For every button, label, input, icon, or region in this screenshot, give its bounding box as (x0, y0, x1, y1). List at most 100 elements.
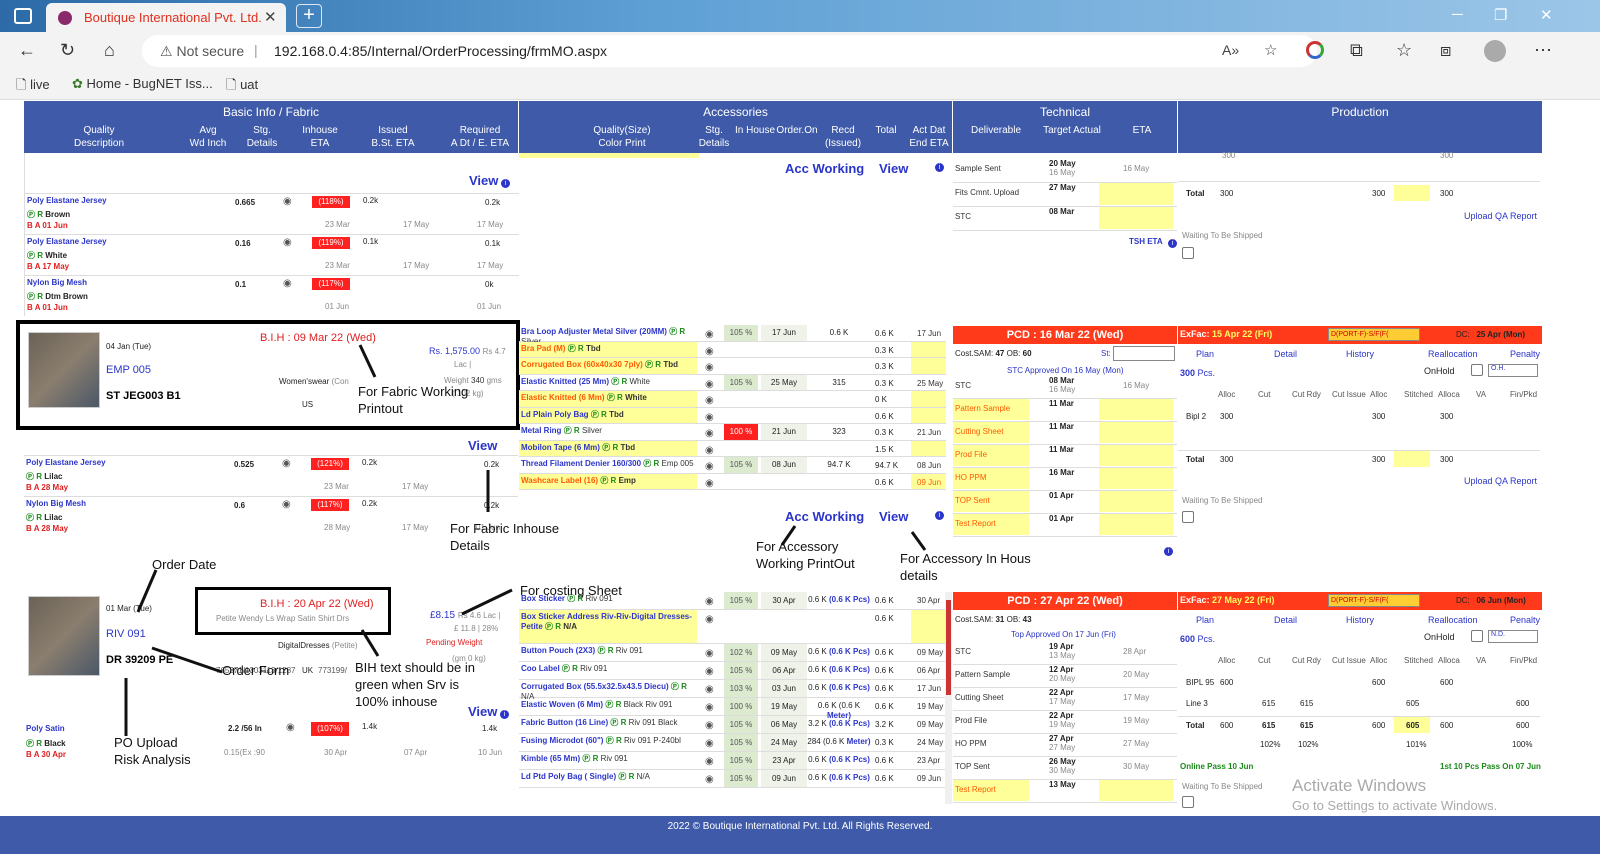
window-close-icon[interactable]: ✕ (1540, 6, 1553, 24)
bookmark-bugnet[interactable]: ✿ Home - BugNET Iss... (72, 76, 213, 92)
eye-icon[interactable]: ◉ (705, 478, 714, 489)
fabric-view-link[interactable]: View (468, 438, 497, 453)
onhold-select[interactable]: N.D. (1488, 630, 1538, 643)
order-code-link[interactable]: RIV 091 (106, 628, 146, 640)
favorite-add-icon[interactable]: ☆ (1264, 41, 1277, 59)
extension-icon[interactable] (1306, 41, 1324, 59)
acc-name[interactable]: Corrugated Box (60x40x30 7ply) Ⓟ R Tbd (521, 360, 697, 370)
st-input[interactable] (1113, 346, 1175, 361)
eye-icon[interactable]: ◉ (705, 428, 714, 439)
acc-name[interactable]: Mobilon Tape (6 Mm) Ⓟ R Tbd (521, 443, 697, 453)
browser-tab[interactable]: Boutique International Pvt. Ltd. ✕ (46, 3, 286, 32)
waiting-checkbox[interactable] (1182, 796, 1194, 808)
info-icon[interactable]: i (935, 161, 944, 172)
acc-name[interactable]: Washcare Label (16) Ⓟ R Emp (521, 476, 697, 486)
prod-link-plan[interactable]: Plan (1196, 615, 1214, 625)
eye-icon[interactable]: ◉ (283, 278, 292, 289)
eta-input[interactable] (1099, 491, 1173, 512)
eye-icon[interactable]: ◉ (705, 412, 714, 423)
prod-link-penalty[interactable]: Penalty (1510, 615, 1540, 625)
waiting-checkbox[interactable] (1182, 247, 1194, 259)
eta-input[interactable] (1099, 399, 1173, 420)
home-icon[interactable]: ⌂ (104, 40, 115, 61)
eye-icon[interactable]: ◉ (705, 720, 714, 731)
eye-icon[interactable]: ◉ (705, 684, 714, 695)
onhold-checkbox[interactable] (1471, 630, 1483, 642)
eye-icon[interactable]: ◉ (282, 458, 291, 469)
garment-image[interactable] (28, 596, 100, 676)
acc-name[interactable]: Fusing Microdot (60") Ⓟ R Riv 091 P-240b… (521, 736, 697, 746)
info-icon[interactable]: i (499, 710, 509, 719)
mode-dropdown[interactable]: D(PORT-F)-S/F(F( (1328, 594, 1420, 607)
waiting-checkbox[interactable] (1182, 511, 1194, 523)
mode-dropdown[interactable]: D(PORT-F)-S/F(F( (1328, 328, 1420, 341)
acc-working-link[interactable]: Acc Working (785, 509, 864, 524)
eye-icon[interactable]: ◉ (283, 237, 292, 248)
new-tab-button[interactable]: + (296, 4, 322, 28)
acc-working-link[interactable]: Acc Working (785, 161, 864, 176)
prod-link-detail[interactable]: Detail (1274, 615, 1297, 625)
acc-name[interactable]: Corrugated Box (55.5x32.5x43.5 Diecu) Ⓟ … (521, 682, 697, 702)
prod-link-reallocation[interactable]: Reallocation (1428, 349, 1478, 359)
favorites-icon[interactable]: ☆ (1396, 40, 1412, 61)
refresh-icon[interactable]: ↻ (60, 40, 75, 61)
eta-input[interactable] (1099, 780, 1173, 801)
tab-close-icon[interactable]: ✕ (264, 8, 277, 26)
acc-name[interactable]: Button Pouch (2X3) Ⓟ R Riv 091 (521, 646, 697, 656)
eye-icon[interactable]: ◉ (705, 461, 714, 472)
eye-icon[interactable]: ◉ (705, 329, 714, 340)
upload-qa-link[interactable]: Upload QA Report (1464, 211, 1537, 221)
info-icon[interactable]: i (935, 509, 944, 520)
prod-link-history[interactable]: History (1346, 615, 1374, 625)
fabric-name[interactable]: Nylon Big Mesh (27, 278, 87, 287)
prod-link-detail[interactable]: Detail (1274, 349, 1297, 359)
eye-icon[interactable]: ◉ (705, 395, 714, 406)
address-bar[interactable]: ⚠ Not secure | 192.168.0.4:85/Internal/O… (142, 35, 1317, 67)
acc-name[interactable]: Kimble (65 Mm) Ⓟ R Riv 091 (521, 754, 697, 764)
fabric-name[interactable]: Poly Elastane Jersey (27, 196, 107, 205)
eta-input[interactable] (1099, 207, 1173, 229)
acc-name[interactable]: Fabric Button (16 Line) Ⓟ R Riv 091 Blac… (521, 718, 697, 728)
not-secure-label[interactable]: ⚠ Not secure (160, 43, 244, 60)
url-text[interactable]: 192.168.0.4:85/Internal/OrderProcessing/… (274, 43, 607, 59)
eta-input[interactable] (1099, 183, 1173, 205)
bookmark-live[interactable]: 🗋 live (16, 76, 50, 98)
back-icon[interactable]: ← (18, 40, 36, 61)
acc-scrollbar[interactable] (945, 592, 952, 804)
fabric-name[interactable]: Nylon Big Mesh (26, 499, 86, 508)
eye-icon[interactable]: ◉ (705, 362, 714, 373)
upload-qa-link[interactable]: Upload QA Report (1464, 476, 1537, 486)
eta-input[interactable] (1099, 422, 1173, 443)
fabric-view-link[interactable]: View i (469, 173, 510, 188)
eye-icon[interactable]: ◉ (705, 346, 714, 357)
acc-name[interactable]: Thread Filament Denier 160/300 Ⓟ R Emp 0… (521, 459, 697, 469)
puzzle-icon[interactable]: ⧉ (1350, 40, 1363, 61)
acc-name[interactable]: Metal Ring Ⓟ R Silver (521, 426, 697, 436)
read-aloud-icon[interactable]: A» (1222, 42, 1239, 58)
eye-icon[interactable]: ◉ (705, 756, 714, 767)
prod-link-plan[interactable]: Plan (1196, 349, 1214, 359)
eye-icon[interactable]: ◉ (286, 722, 295, 733)
more-menu-icon[interactable]: ⋯ (1534, 40, 1552, 61)
acc-name[interactable]: Coo Label Ⓟ R Riv 091 (521, 664, 697, 674)
fabric-name[interactable]: Poly Satin (26, 724, 65, 733)
eye-icon[interactable]: ◉ (705, 614, 714, 625)
eye-icon[interactable]: ◉ (705, 379, 714, 390)
eye-icon[interactable]: ◉ (283, 196, 292, 207)
scroll-thumb[interactable] (946, 600, 951, 695)
eye-icon[interactable]: ◉ (705, 596, 714, 607)
onhold-select[interactable]: O.H. (1488, 364, 1538, 377)
acc-view-link[interactable]: View (879, 161, 908, 176)
acc-name[interactable]: Ld Plain Poly Bag Ⓟ R Tbd (521, 410, 697, 420)
eye-icon[interactable]: ◉ (705, 774, 714, 785)
bookmark-uat[interactable]: 🗋 uat (226, 76, 258, 98)
fabric-name[interactable]: Poly Elastane Jersey (27, 237, 107, 246)
acc-name[interactable]: Elastic Woven (6 Mm) Ⓟ R Black Riv 091 (521, 700, 697, 710)
eta-input[interactable] (1099, 468, 1173, 489)
fabric-name[interactable]: Poly Elastane Jersey (26, 458, 106, 467)
info-icon[interactable]: i (1168, 237, 1177, 248)
eye-icon[interactable]: ◉ (705, 648, 714, 659)
eye-icon[interactable]: ◉ (705, 702, 714, 713)
acc-name[interactable]: Box Sticker Address Riv-Riv-Digital Dres… (521, 612, 697, 632)
prod-link-penalty[interactable]: Penalty (1510, 349, 1540, 359)
